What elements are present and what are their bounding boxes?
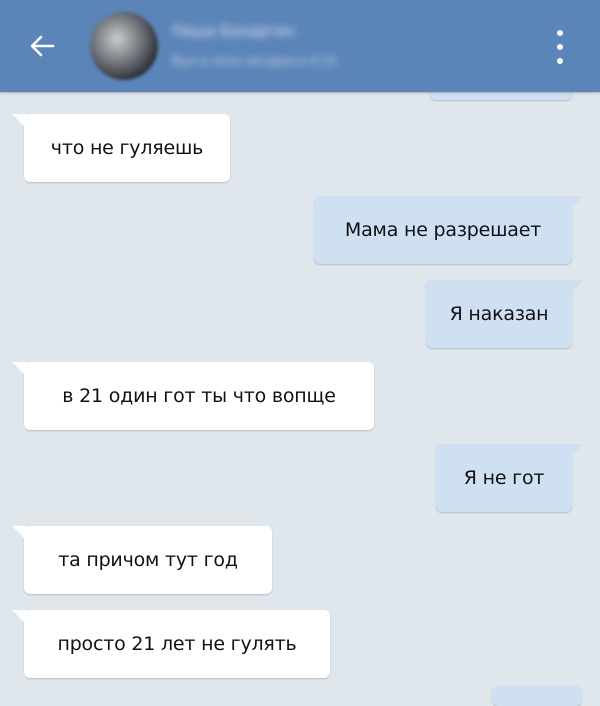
message-text: просто 21 лет не гулять [57, 633, 297, 655]
message-text: что не гуляешь [50, 137, 204, 159]
contact-status: был в сети сегодня в 9:15 [172, 54, 337, 68]
message-text: та причом тут год [58, 549, 238, 571]
message-text: Я наказан [449, 303, 549, 325]
message-bubble-outgoing-partial[interactable] [492, 686, 582, 706]
message-bubble-incoming[interactable]: что не гуляешь [12, 114, 230, 182]
message-bubble-incoming[interactable]: в 21 один гот ты что вопще [12, 362, 374, 430]
message-bubble-outgoing[interactable]: Я наказан [426, 280, 584, 348]
avatar[interactable] [90, 12, 158, 80]
message-text: Мама не разрешает [344, 219, 542, 241]
message-text: Я не гот [463, 467, 545, 489]
message-bubble-outgoing[interactable]: Мама не разрешает [314, 196, 584, 264]
message-text: в 21 один гот ты что вопще [62, 385, 336, 407]
chat-header: Паша Бахаргин был в сети сегодня в 9:15 [0, 0, 600, 92]
more-options-button[interactable] [546, 30, 574, 64]
chat-area[interactable]: что не гуляешь Мама не разрешает Я наказ… [0, 0, 600, 706]
message-bubble-outgoing[interactable]: Я не гот [436, 444, 584, 512]
message-bubble-incoming[interactable]: просто 21 лет не гулять [12, 610, 330, 678]
message-bubble-incoming[interactable]: та причом тут год [12, 526, 272, 594]
contact-name[interactable]: Паша Бахаргин [172, 22, 332, 42]
arrow-left-icon [30, 35, 55, 57]
more-vertical-icon [557, 30, 563, 36]
back-button[interactable] [22, 26, 62, 66]
